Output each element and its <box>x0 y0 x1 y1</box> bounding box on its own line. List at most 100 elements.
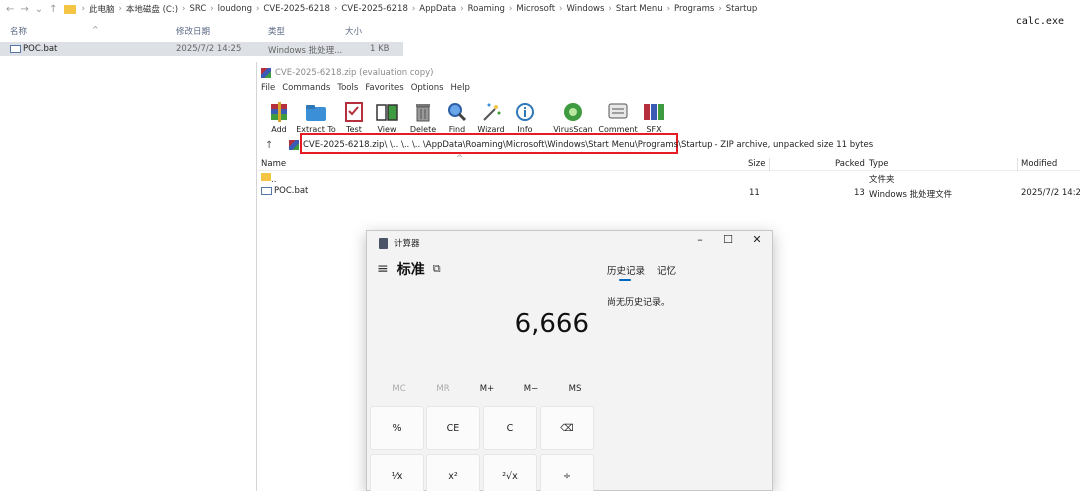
ms-button[interactable]: MS <box>553 384 597 394</box>
breadcrumb-item[interactable]: AppData <box>419 4 456 14</box>
chevron-down-icon[interactable]: ⌄ <box>35 4 43 15</box>
info-button[interactable]: Info <box>509 98 541 134</box>
explorer-address-bar[interactable]: ← → ⌄ ↑ › 此电脑 › 本地磁盘 (C:) › SRC › loudong › CVE-2… <box>0 0 1080 18</box>
winrar-column-header: Name ^ Size Packed Type Modified <box>257 154 1080 171</box>
hamburger-menu-icon[interactable]: ≡ <box>377 261 389 277</box>
breadcrumb-item[interactable]: SRC <box>189 4 206 14</box>
row-modified: 2025/7/2 14:25 <box>1021 188 1080 198</box>
column-date[interactable]: 修改日期 <box>176 25 210 37</box>
ce-button[interactable]: CE <box>426 406 480 450</box>
forward-arrow-icon[interactable]: → <box>20 4 28 15</box>
column-modified[interactable]: Modified <box>1021 159 1057 169</box>
column-packed[interactable]: Packed <box>835 159 865 169</box>
mc-button[interactable]: MC <box>377 384 421 394</box>
column-type[interactable]: Type <box>869 159 889 169</box>
calculator-title: 计算器 <box>394 239 420 249</box>
up-arrow-icon[interactable]: ↑ <box>49 4 57 15</box>
menu-file[interactable]: File <box>261 83 275 93</box>
winrar-path-bar[interactable]: ↑ CVE-2025-6218.zip\ \.. \.. \.. \AppDat… <box>265 138 873 152</box>
column-name[interactable]: 名称 <box>10 25 27 37</box>
breadcrumb-item[interactable]: Microsoft <box>516 4 555 14</box>
breadcrumb-item[interactable]: Programs <box>674 4 714 14</box>
chevron-right-icon: › <box>118 4 122 14</box>
comment-button[interactable]: Comment <box>597 98 639 134</box>
up-arrow-icon[interactable]: ↑ <box>265 140 289 151</box>
folder-icon <box>63 4 76 14</box>
keep-on-top-icon[interactable]: ⧉ <box>433 262 441 276</box>
square-button[interactable]: x² <box>426 454 480 491</box>
delete-button[interactable]: Delete <box>405 98 441 134</box>
column-size[interactable]: 大小 <box>345 25 362 37</box>
sfx-button[interactable]: SFX <box>639 98 669 134</box>
menu-help[interactable]: Help <box>451 83 470 93</box>
square-root-button[interactable]: ²√x <box>483 454 537 491</box>
test-checklist-icon <box>343 101 365 123</box>
calculator-app-icon <box>379 237 388 249</box>
add-button[interactable]: Add <box>265 98 293 134</box>
sort-caret-icon: ^ <box>456 154 464 164</box>
menu-options[interactable]: Options <box>411 83 444 93</box>
virus-scan-icon <box>562 101 584 123</box>
chevron-right-icon: › <box>411 4 416 14</box>
table-row-pocbat[interactable]: POC.bat 11 13 Windows 批处理文件 2025/7/2 14:… <box>257 186 1080 200</box>
m-plus-button[interactable]: M+ <box>465 384 509 394</box>
maximize-icon[interactable]: ☐ <box>713 233 743 246</box>
reciprocal-button[interactable]: ¹⁄x <box>370 454 424 491</box>
breadcrumb[interactable]: › 此电脑 › 本地磁盘 (C:) › SRC › loudong › CVE-2025-6218… <box>82 3 758 15</box>
breadcrumb-item[interactable]: 本地磁盘 (C:) <box>126 3 178 15</box>
comment-icon <box>607 101 629 123</box>
explorer-file-row[interactable]: POC.bat 2025/7/2 14:25 Windows 批处理... 1 … <box>0 42 403 56</box>
memory-row: MC MR M+ M− MS <box>377 384 597 394</box>
explorer-column-header: ^ 名称 修改日期 类型 大小 <box>0 22 420 38</box>
back-arrow-icon[interactable]: ← <box>6 4 14 15</box>
divide-button[interactable]: ÷ <box>540 454 594 491</box>
row-name: POC.bat <box>274 186 309 196</box>
breadcrumb-item[interactable]: CVE-2025-6218 <box>263 4 330 14</box>
winrar-logo-icon <box>261 68 271 78</box>
find-button[interactable]: Find <box>441 98 473 134</box>
tab-history[interactable]: 历史记录 <box>607 263 645 277</box>
archive-summary: - ZIP archive, unpacked size 11 bytes <box>714 140 874 150</box>
chevron-right-icon: › <box>182 4 186 14</box>
c-button[interactable]: C <box>483 406 537 450</box>
m-minus-button[interactable]: M− <box>509 384 553 394</box>
column-type[interactable]: 类型 <box>268 25 285 37</box>
row-type: 文件夹 <box>869 175 895 185</box>
winrar-toolbar: Add Extract To Test View Delete Find Wiz… <box>265 98 669 134</box>
breadcrumb-item[interactable]: Startup <box>726 4 758 14</box>
chevron-right-icon: › <box>559 4 563 14</box>
menu-tools[interactable]: Tools <box>337 83 358 93</box>
calculator-title-bar: 计算器 <box>379 237 420 249</box>
wizard-button[interactable]: Wizard <box>473 98 509 134</box>
close-icon[interactable]: ✕ <box>742 233 772 246</box>
breadcrumb-item[interactable]: Windows <box>566 4 604 14</box>
virusscan-button[interactable]: VirusScan <box>549 98 597 134</box>
mr-button[interactable]: MR <box>421 384 465 394</box>
breadcrumb-item[interactable]: 此电脑 <box>89 3 115 15</box>
column-size[interactable]: Size <box>748 159 765 169</box>
tab-memory[interactable]: 记忆 <box>657 263 676 277</box>
extract-to-button[interactable]: Extract To <box>293 98 339 134</box>
calculator-window: 计算器 – ☐ ✕ ≡ 标准 ⧉ 历史记录 记忆 尚无历史记录。 6,666 M… <box>366 230 773 491</box>
menu-commands[interactable]: Commands <box>282 83 330 93</box>
test-button[interactable]: Test <box>339 98 369 134</box>
percent-button[interactable]: % <box>370 406 424 450</box>
wizard-wand-icon <box>480 101 502 123</box>
winrar-menu-bar: File Commands Tools Favorites Options He… <box>261 83 470 93</box>
breadcrumb-item[interactable]: CVE-2025-6218 <box>341 4 408 14</box>
minimize-icon[interactable]: – <box>685 233 715 246</box>
breadcrumb-item[interactable]: loudong <box>218 4 252 14</box>
winrar-title: CVE-2025-6218.zip (evaluation copy) <box>275 68 434 78</box>
sort-caret-icon: ^ <box>92 25 99 34</box>
backspace-button[interactable]: ⌫ <box>540 406 594 450</box>
extract-folder-icon <box>305 101 327 123</box>
sfx-icon <box>643 101 665 123</box>
breadcrumb-item[interactable]: Start Menu <box>616 4 663 14</box>
bat-file-icon <box>10 44 21 53</box>
overlay-calc-exe-text: calc.exe <box>1015 16 1064 27</box>
column-name[interactable]: Name <box>261 159 286 169</box>
table-row-parent[interactable]: 文件夹 .. <box>257 173 1080 185</box>
breadcrumb-item[interactable]: Roaming <box>468 4 505 14</box>
view-button[interactable]: View <box>369 98 405 134</box>
menu-favorites[interactable]: Favorites <box>365 83 403 93</box>
